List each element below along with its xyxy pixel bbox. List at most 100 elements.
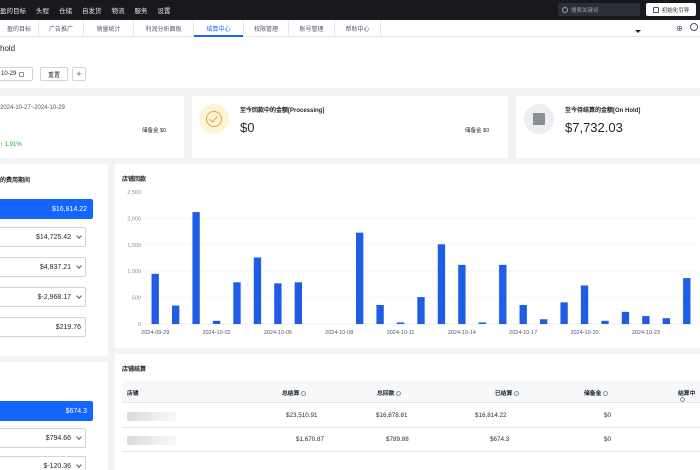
y-tick-label: 2,000: [127, 216, 141, 222]
col-reserve-label: 储备金: [584, 391, 602, 397]
y-tick-label: 1,500: [127, 243, 141, 249]
guide-icon: [652, 6, 659, 13]
help-icon[interactable]: [514, 390, 520, 396]
bar: [580, 285, 589, 324]
cell-reserve: $0: [604, 436, 612, 443]
reset-button[interactable]: 重置: [40, 67, 68, 81]
cell-reserve: $0: [604, 412, 612, 419]
search-icon: [562, 6, 568, 13]
nav-item-self-ship[interactable]: 自发货: [82, 5, 102, 15]
settle-item[interactable]: $-120.36: [0, 456, 86, 470]
nav-item-warehouse[interactable]: 仓储: [59, 5, 72, 15]
expense-item-value: $-2,968.17: [37, 293, 71, 301]
col-total-return-label: 总回款: [377, 391, 395, 397]
cell-total-settle: $1,670.87: [296, 436, 325, 443]
filter-row: 10-29 重置 +: [0, 60, 700, 88]
tab-settlement[interactable]: 结算中心: [194, 20, 244, 37]
bar: [642, 316, 650, 324]
col-total-return: 总回款: [377, 388, 402, 397]
tab-permissions[interactable]: 权限管理: [244, 20, 289, 37]
bar: [662, 318, 671, 324]
processing-reserve: 储备金 $0: [465, 128, 490, 134]
nav-item-firstleg[interactable]: 头程: [36, 5, 49, 15]
summary-card-onhold: 至今待结算的金额[On Hold] $7,732.03: [516, 96, 700, 158]
bar: [458, 264, 466, 324]
title-row: hold: [0, 37, 700, 60]
top-navbar: 盈的目标 头程 仓储 自发货 物流 服务 设置 搜索关键词 初始化引导: [0, 0, 700, 20]
nav-item-service[interactable]: 服务: [135, 5, 148, 15]
x-tick-label: 2024-10-05: [264, 330, 292, 336]
help-icon[interactable]: [396, 390, 402, 396]
chevron-down-icon: [76, 263, 82, 269]
bar: [171, 305, 180, 324]
settle-item[interactable]: $794.66: [0, 428, 86, 448]
cell-settled: $16,814.22: [475, 412, 507, 419]
caret-down-icon[interactable]: [635, 30, 641, 33]
y-tick-label: 0: [138, 322, 141, 328]
help-icon[interactable]: [603, 390, 609, 396]
settle-item-value: $794.66: [45, 434, 71, 442]
tab-ads[interactable]: 广告推广: [39, 20, 84, 37]
expense-item[interactable]: $4,837.21: [0, 257, 86, 277]
expense-item-value: $219.76: [55, 323, 81, 331]
search-placeholder: 搜索关键词: [571, 7, 599, 14]
tab-help[interactable]: 帮助中心: [335, 20, 381, 37]
expense-item-value: $4,837.21: [39, 263, 71, 271]
help-icon[interactable]: [301, 390, 307, 396]
nav-item-goals[interactable]: 盈的目标: [0, 5, 26, 15]
chevron-down-icon: [76, 462, 82, 468]
x-tick-label: 2024-10-20: [570, 330, 598, 336]
store-settlement-panel: 店铺结算 店铺 总结算 总回款 已结算 储备金 结算中 $23,510.91 $…: [115, 354, 700, 470]
tab-bar: 盈的目标 广告推广 销量统计 利润分析面板 结算中心 权限管理 账号管理 帮助中…: [0, 20, 700, 37]
tab-profit[interactable]: 利润分析面板: [134, 20, 194, 37]
tab-sales[interactable]: 销量统计: [84, 20, 134, 37]
tab-goals[interactable]: 盈的目标: [0, 20, 39, 37]
table-row[interactable]: $23,510.91 $16,878.81 $16,814.22 $0: [122, 404, 700, 428]
onhold-value: $7,732.03: [565, 120, 623, 135]
bar: [212, 320, 221, 324]
date-value: 10-29: [1, 71, 17, 77]
bar: [621, 311, 630, 324]
bar: [376, 304, 384, 324]
tab-accounts[interactable]: 账号管理: [289, 20, 335, 37]
add-tab-icon[interactable]: ⊕: [676, 24, 683, 33]
x-tick-label: 2024-10-08: [325, 330, 353, 336]
col-settled-label: 已结算: [495, 391, 513, 397]
store-returns-chart: 0 500 1,000 1,500 2,000 2,500 2024-09-29 2024-1…: [127, 190, 697, 336]
check-circle-icon: [199, 104, 229, 134]
expense-item-value: $14,725.42: [35, 233, 71, 241]
y-tick-label: 500: [132, 296, 141, 302]
col-total-settle-label: 总结算: [282, 391, 300, 397]
init-guide-button[interactable]: 初始化引导: [646, 3, 696, 16]
nav-item-settings[interactable]: 设置: [158, 5, 171, 15]
expense-item[interactable]: $-2,968.17: [0, 287, 86, 307]
expense-item[interactable]: $14,725.42: [0, 227, 86, 247]
gear-icon[interactable]: [690, 23, 698, 31]
processing-value: $0: [240, 120, 255, 135]
chevron-down-icon: [76, 233, 82, 239]
expense-period-title: 的费用期间: [0, 178, 31, 184]
growth-indicator: ↑ 1.91%: [0, 142, 22, 148]
bar: [151, 273, 159, 324]
help-icon[interactable]: [680, 397, 685, 402]
init-guide-label: 初始化引导: [661, 7, 690, 14]
x-tick-label: 2024-10-11: [387, 330, 415, 336]
expense-selected-item[interactable]: $16,814.22: [0, 199, 93, 219]
x-tick-label: 2024-10-14: [448, 330, 476, 336]
settle-item-value: $-120.36: [43, 462, 71, 470]
table-row[interactable]: $1,670.87 $789.88 $674.3 $0: [122, 428, 700, 452]
nav-item-logistics[interactable]: 物流: [112, 5, 125, 15]
table-header: 店铺 总结算 总回款 已结算 储备金 结算中: [122, 381, 700, 403]
expense-item[interactable]: $219.76: [0, 317, 86, 337]
bar: [417, 297, 425, 324]
settle-selected-item[interactable]: $674.3: [0, 401, 93, 421]
col-settling-label: 结算中: [678, 391, 696, 397]
table-title: 店铺结算: [122, 367, 147, 373]
search-input[interactable]: 搜索关键词: [558, 3, 640, 16]
y-tick-label: 1,000: [127, 269, 141, 275]
bar: [274, 283, 282, 324]
bar: [539, 319, 548, 324]
x-tick-label: 2024-09-29: [141, 330, 169, 336]
add-filter-button[interactable]: +: [72, 67, 86, 81]
date-picker[interactable]: 10-29: [0, 67, 33, 81]
